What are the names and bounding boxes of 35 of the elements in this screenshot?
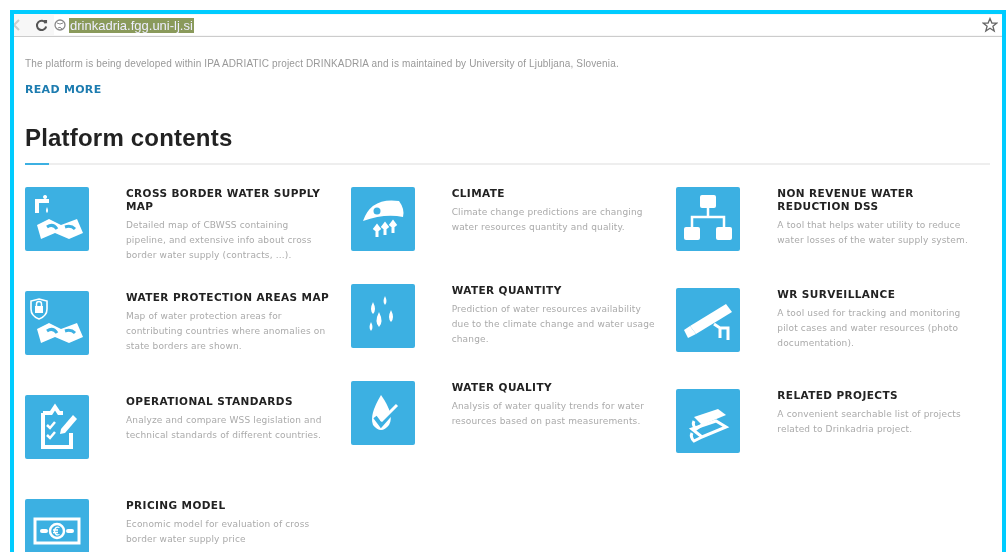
back-icon[interactable]: [14, 19, 23, 31]
feature-title[interactable]: CLIMATE: [451, 187, 657, 200]
feature-description: Map of water protection areas for contributing countries where anomalies on state borders are shown.: [126, 310, 327, 353]
feature-title[interactable]: NON REVENUE WATER REDUCTION DSS: [777, 187, 983, 213]
url-text: drinkadria.fgg.uni-lj.si: [69, 17, 194, 33]
feature-title[interactable]: RELATED PROJECTS: [777, 389, 983, 402]
water-drops-icon[interactable]: [350, 284, 415, 348]
feature-description: Climate change predictions are changing water resources quantity and quality.: [451, 206, 644, 234]
feature-description: Detailed map of CBWSS containing pipeline, and extensive info about cross border water supply (contracts, ...).: [126, 219, 313, 262]
feature-description: A convenient searchable list of projects related to Drinkadria project.: [777, 408, 962, 436]
feature-title[interactable]: WATER QUALITY: [451, 381, 657, 394]
feature-description: Analyze and compare WSS legislation and technical standards of different countries.: [126, 414, 323, 442]
drop-check-icon[interactable]: [350, 381, 415, 445]
feature-title[interactable]: OPERATIONAL STANDARDS: [126, 395, 331, 408]
intro-text: The platform is being developed within IPA ADRIATIC project DRINKADRIA and is maintained by University of Ljubljana, Slovenia.: [25, 57, 620, 71]
banknote-icon[interactable]: [25, 499, 89, 552]
feature-title[interactable]: WATER PROTECTION AREAS MAP: [126, 291, 331, 304]
feature-title[interactable]: WATER QUANTITY: [451, 284, 657, 297]
feature-description: A tool used for tracking and monitoring pilot cases and water resources (photo documentation).: [777, 307, 962, 350]
feature-description: Prediction of water resources availability due to the climate change and water usage change.: [451, 303, 656, 346]
feature-title[interactable]: PRICING MODEL: [126, 499, 331, 512]
feature-description: Economic model for evaluation of cross border water supply price: [126, 518, 311, 546]
feature-title[interactable]: CROSS BORDER WATER SUPPLY MAP: [126, 187, 331, 213]
clipboard-icon[interactable]: [25, 395, 89, 459]
section-heading: Platform contents: [25, 124, 234, 152]
faucet-map-icon[interactable]: [25, 187, 89, 251]
climate-icon[interactable]: [350, 187, 415, 251]
feature-title[interactable]: WR SURVEILLANCE: [777, 288, 983, 301]
reload-icon[interactable]: [35, 18, 48, 32]
bookmark-star-icon[interactable]: [982, 17, 998, 33]
read-more-link[interactable]: READ MORE: [25, 83, 102, 96]
feature-description: A tool that helps water utility to reduce water losses of the water supply system.: [777, 219, 969, 247]
shield-map-icon[interactable]: [25, 291, 89, 355]
feature-description: Analysis of water quality trends for water resources based on past measurements.: [451, 400, 645, 428]
network-icon[interactable]: [676, 187, 741, 251]
